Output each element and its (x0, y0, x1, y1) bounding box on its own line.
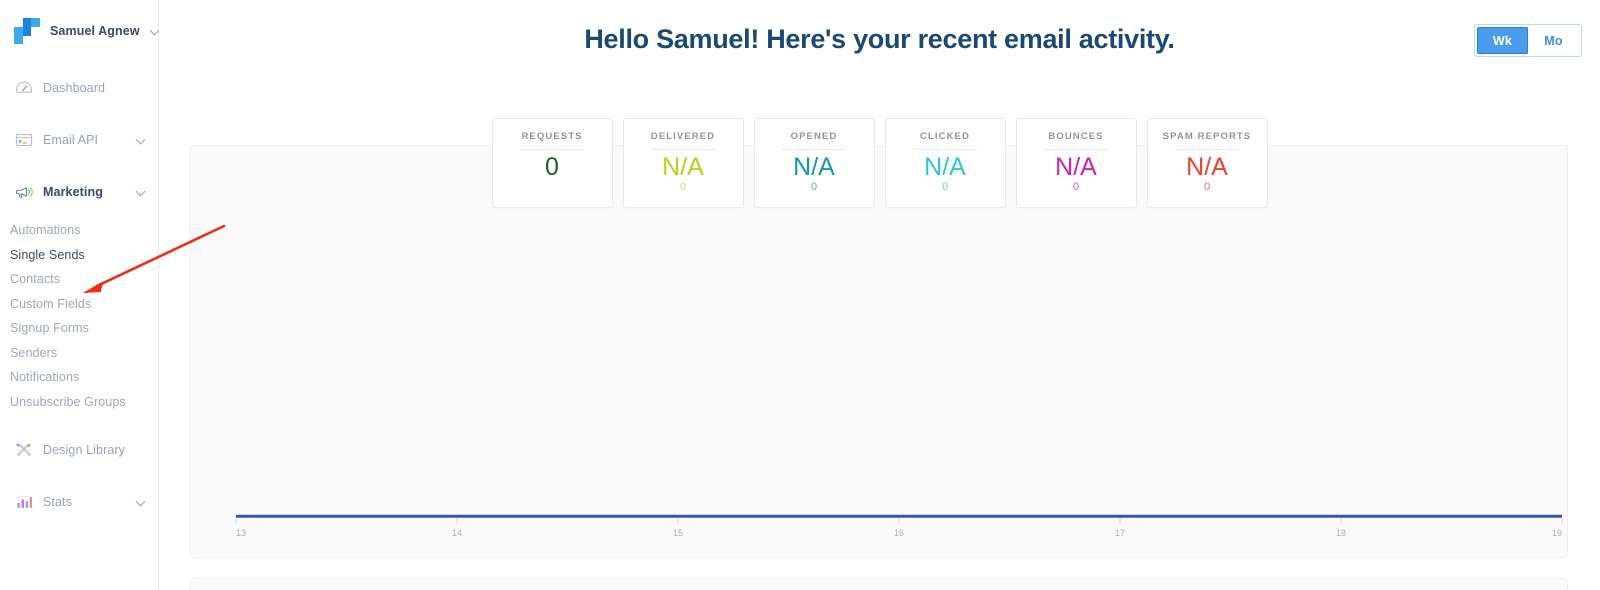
sidebar-item-stats[interactable]: Stats (0, 476, 158, 528)
page-title: Hello Samuel! Here's your recent email a… (584, 24, 1175, 54)
stat-value: 0 (545, 153, 559, 181)
stat-card-spam-reports[interactable]: SPAM REPORTS N/A 0 (1146, 118, 1268, 208)
stat-label: BOUNCES (1048, 131, 1104, 142)
svg-text:16: 16 (894, 528, 904, 538)
chevron-down-icon (136, 187, 146, 197)
stat-label: REQUESTS (521, 131, 583, 142)
sidebar-subitem-label: Single Sends (10, 247, 85, 262)
sidebar-item-signup-forms[interactable]: Signup Forms (0, 316, 158, 341)
gauge-icon (15, 81, 33, 93)
sidebar-subitem-label: Contacts (10, 272, 61, 287)
stat-value: N/A (1186, 153, 1228, 181)
sidebar-item-single-sends[interactable]: Single Sends (0, 243, 158, 268)
range-toggle-month[interactable]: Mo (1528, 27, 1579, 54)
sidebar-item-custom-fields[interactable]: Custom Fields (0, 292, 158, 317)
svg-text:17: 17 (1115, 528, 1125, 538)
divider (651, 149, 715, 150)
sidebar-item-label: Design Library (43, 443, 125, 457)
sidebar-item-label: Stats (43, 495, 72, 509)
bar-chart-icon (16, 495, 32, 508)
chevron-down-icon (136, 497, 146, 507)
terminal-icon (15, 134, 33, 146)
chevron-down-icon (136, 135, 146, 145)
pencil-ruler-icon (16, 443, 31, 456)
sidebar-item-design-library[interactable]: Design Library (0, 424, 158, 476)
primary-nav: Dashboard Email API Marketing Automation… (0, 62, 158, 528)
sidebar-item-label: Marketing (43, 185, 103, 199)
app-root: Samuel Agnew Dashboard Email API Marketi… (0, 0, 1600, 590)
svg-text:14: 14 (452, 528, 462, 538)
sidebar-item-label: Email API (43, 133, 99, 147)
stat-label: SPAM REPORTS (1162, 131, 1252, 142)
divider (913, 149, 977, 150)
sidebar-subitem-label: Senders (10, 345, 58, 360)
sidebar-item-automations[interactable]: Automations (0, 218, 158, 243)
stat-label: OPENED (790, 131, 838, 142)
stat-cards: REQUESTS 0 DELIVERED N/A 0 OPENED N/A 0 … (159, 118, 1600, 208)
sidebar-subitem-label: Automations (10, 223, 81, 238)
stat-label: CLICKED (920, 131, 970, 142)
svg-text:15: 15 (673, 528, 683, 538)
sidebar-subitem-label: Custom Fields (10, 296, 92, 311)
stat-card-clicked[interactable]: CLICKED N/A 0 (884, 118, 1006, 208)
divider (782, 149, 846, 150)
stat-subvalue: 0 (941, 181, 949, 194)
stat-subvalue: 0 (679, 181, 687, 194)
main-content: Hello Samuel! Here's your recent email a… (159, 0, 1600, 590)
stat-value: N/A (793, 153, 835, 181)
divider (1175, 149, 1239, 150)
sidebar-item-dashboard[interactable]: Dashboard (0, 62, 158, 114)
date-range-toggle: Wk Mo (1474, 24, 1582, 57)
stat-value: N/A (924, 153, 966, 181)
divider (1044, 149, 1108, 150)
stat-card-opened[interactable]: OPENED N/A 0 (753, 118, 875, 208)
stat-card-delivered[interactable]: DELIVERED N/A 0 (622, 118, 744, 208)
sendgrid-logo-icon (14, 18, 40, 44)
page-header: Hello Samuel! Here's your recent email a… (159, 0, 1600, 85)
stat-subvalue: 0 (1203, 181, 1211, 194)
sidebar-item-email-api[interactable]: Email API (0, 114, 158, 166)
sidebar-item-marketing[interactable]: Marketing (0, 166, 158, 218)
stat-subvalue: 0 (1072, 181, 1080, 194)
sidebar-subitem-label: Signup Forms (10, 321, 90, 336)
megaphone-icon (15, 187, 33, 198)
stat-card-bounces[interactable]: BOUNCES N/A 0 (1015, 118, 1137, 208)
range-toggle-week[interactable]: Wk (1477, 27, 1528, 54)
svg-text:19: 19 (1552, 528, 1562, 538)
sidebar-subitem-label: Notifications (10, 370, 80, 385)
sidebar-item-contacts[interactable]: Contacts (0, 267, 158, 292)
sidebar-item-label: Dashboard (43, 81, 106, 95)
stat-subvalue: 0 (810, 181, 818, 194)
stat-label: DELIVERED (650, 131, 716, 142)
svg-text:18: 18 (1336, 528, 1346, 538)
sidebar: Samuel Agnew Dashboard Email API Marketi… (0, 0, 159, 590)
stat-value: N/A (1055, 153, 1097, 181)
sidebar-subitem-label: Unsubscribe Groups (10, 394, 126, 409)
secondary-panel (190, 578, 1568, 590)
account-switcher[interactable]: Samuel Agnew (0, 0, 158, 62)
svg-text:13: 13 (236, 528, 246, 538)
divider (520, 149, 584, 150)
marketing-subnav: Automations Single Sends Contacts Custom… (0, 218, 158, 424)
stat-card-requests[interactable]: REQUESTS 0 (491, 118, 613, 208)
sidebar-item-notifications[interactable]: Notifications (0, 365, 158, 390)
sidebar-item-senders[interactable]: Senders (0, 341, 158, 366)
sidebar-item-unsubscribe-groups[interactable]: Unsubscribe Groups (0, 390, 158, 415)
account-name: Samuel Agnew (50, 24, 140, 38)
stat-value: N/A (662, 153, 704, 181)
